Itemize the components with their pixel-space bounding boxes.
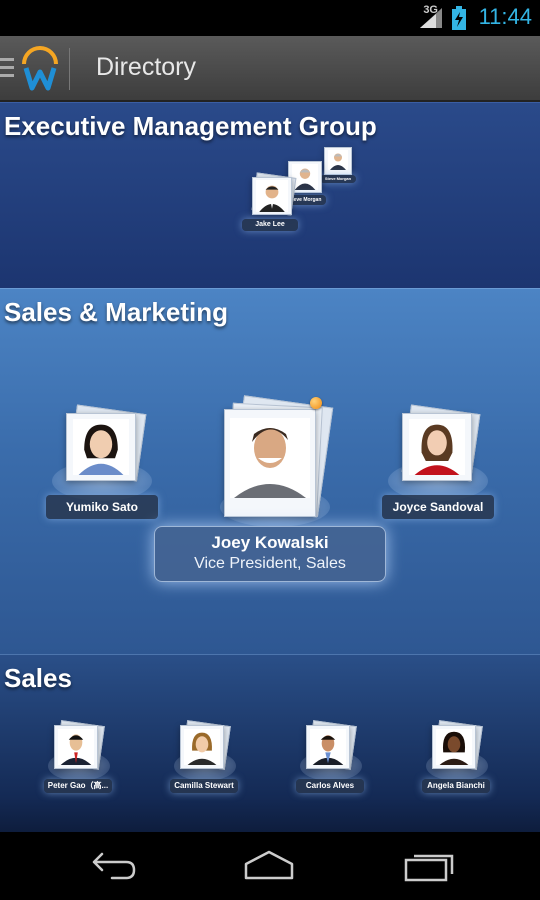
section-title: Sales & Marketing bbox=[4, 297, 228, 327]
selected-person-details[interactable]: Joey Kowalski Vice President, Sales bbox=[154, 526, 386, 582]
person-card[interactable]: Peter Gao（高... bbox=[44, 719, 114, 797]
selected-person-role: Vice President, Sales bbox=[194, 555, 346, 572]
person-card[interactable]: Yumiko Sato bbox=[46, 401, 158, 521]
section-sales-marketing[interactable]: Sales & Marketing Yumiko Sato Joey Kowal… bbox=[0, 288, 540, 654]
person-name: Peter Gao（高... bbox=[44, 779, 112, 793]
navigation-bar bbox=[0, 832, 540, 900]
person-name: Carlos Alves bbox=[296, 779, 364, 793]
person-card[interactable]: Angela Bianchi bbox=[422, 719, 492, 797]
home-icon[interactable] bbox=[242, 850, 296, 882]
clock: 11:44 bbox=[478, 4, 532, 29]
person-photo bbox=[436, 729, 472, 765]
person-name: Yumiko Sato bbox=[46, 495, 158, 519]
selected-person-name: Joey Kowalski bbox=[211, 533, 329, 552]
person-card[interactable]: Carlos Alves bbox=[296, 719, 366, 797]
person-photo bbox=[184, 729, 220, 765]
action-bar: Directory bbox=[0, 36, 540, 102]
person-photo bbox=[72, 419, 130, 475]
person-card-selected[interactable] bbox=[216, 395, 336, 527]
pin-icon bbox=[310, 397, 322, 409]
section-title: Executive Management Group bbox=[4, 111, 377, 141]
section-sales[interactable]: Sales Peter Gao（高... Camilla Stewart Car… bbox=[0, 654, 540, 832]
status-bar: 3G 11:44 bbox=[0, 0, 540, 36]
person-photo bbox=[256, 180, 288, 212]
page-title: Directory bbox=[96, 53, 197, 81]
back-icon[interactable] bbox=[86, 850, 140, 882]
person-photo bbox=[328, 150, 348, 170]
person-name: Jake Lee bbox=[242, 219, 298, 231]
battery-charging-icon bbox=[452, 6, 466, 30]
person-name: Angela Bianchi bbox=[422, 779, 490, 793]
person-photo bbox=[408, 419, 466, 475]
workday-logo[interactable] bbox=[20, 46, 60, 92]
section-executive[interactable]: Executive Management Group Steve Morgan … bbox=[0, 102, 540, 288]
person-photo bbox=[230, 417, 310, 499]
person-card[interactable]: Joyce Sandoval bbox=[382, 401, 494, 521]
person-card[interactable]: Jake Lee bbox=[242, 172, 302, 233]
person-name: Joyce Sandoval bbox=[382, 495, 494, 519]
person-photo bbox=[58, 729, 94, 765]
person-photo bbox=[310, 729, 346, 765]
signal-icon bbox=[420, 8, 442, 28]
person-card[interactable]: Camilla Stewart bbox=[170, 719, 240, 797]
section-title: Sales bbox=[4, 663, 72, 693]
divider bbox=[69, 48, 70, 90]
recent-apps-icon[interactable] bbox=[402, 850, 456, 882]
person-name: Camilla Stewart bbox=[170, 779, 238, 793]
menu-icon[interactable] bbox=[0, 58, 14, 80]
